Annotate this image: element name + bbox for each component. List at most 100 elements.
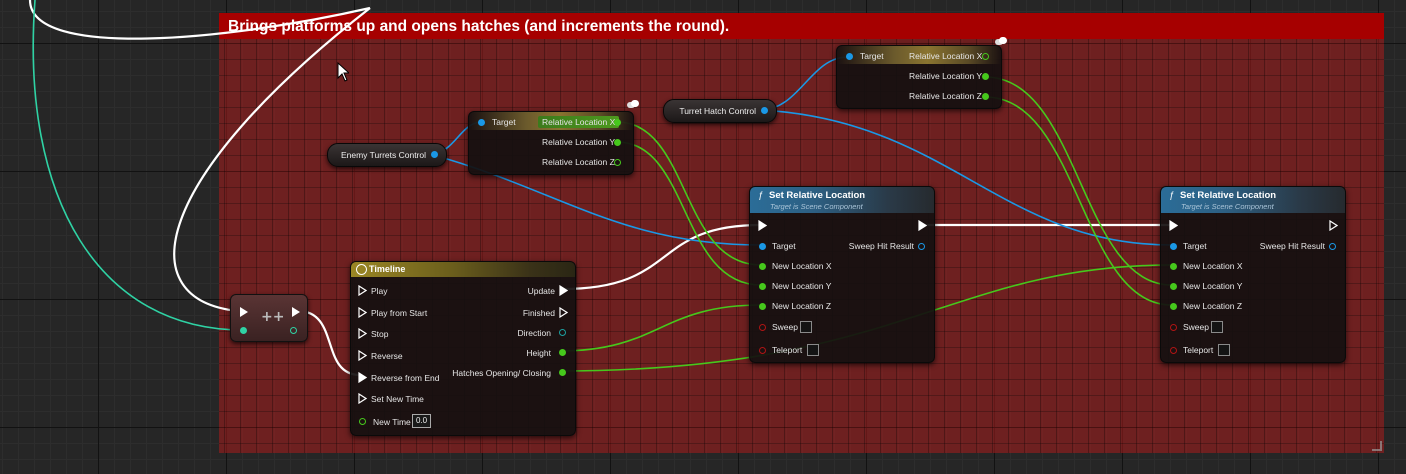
new-x-pin[interactable] xyxy=(759,263,766,270)
input-label: Reverse from End xyxy=(371,373,440,383)
increment-icon: ++ xyxy=(261,309,285,325)
timeline-node[interactable]: Timeline Play Play from Start Stop Rever… xyxy=(350,261,576,436)
target-pin[interactable] xyxy=(846,53,853,60)
exec-in-pin[interactable] xyxy=(758,220,767,231)
new-z-label: New Location Z xyxy=(1183,301,1243,311)
int-in-pin[interactable] xyxy=(240,327,247,334)
int-out-pin[interactable] xyxy=(290,327,297,334)
sweep-pin[interactable] xyxy=(1170,324,1177,331)
target-pin[interactable] xyxy=(759,243,766,250)
function-icon: ƒ xyxy=(758,190,764,200)
rel-y-label: Relative Location Y xyxy=(909,71,983,81)
sweep-checkbox[interactable] xyxy=(800,321,812,333)
target-label: Target xyxy=(860,51,884,61)
variable-label: Enemy Turrets Control xyxy=(340,150,426,160)
new-time-input[interactable]: 0.0 xyxy=(412,414,431,428)
target-label: Target xyxy=(1183,241,1207,251)
new-y-pin[interactable] xyxy=(759,283,766,290)
new-z-pin[interactable] xyxy=(759,303,766,310)
new-y-pin[interactable] xyxy=(1170,283,1177,290)
rel-z-label: Relative Location Z xyxy=(542,157,615,167)
output-label: Height xyxy=(526,348,551,358)
teleport-pin[interactable] xyxy=(1170,347,1177,354)
comment-title[interactable]: Brings platforms up and opens hatches (a… xyxy=(219,13,1384,39)
input-label: Reverse xyxy=(371,351,403,361)
new-y-label: New Location Y xyxy=(772,281,832,291)
exec-in-pin[interactable] xyxy=(358,350,367,361)
node-header: Timeline xyxy=(351,262,575,277)
get-relative-location-node-2[interactable]: Target Relative Location X Relative Loca… xyxy=(836,45,1002,109)
exec-out-pin[interactable] xyxy=(292,307,300,317)
new-x-pin[interactable] xyxy=(1170,263,1177,270)
node-title: Timeline xyxy=(369,264,406,274)
new-x-label: New Location X xyxy=(772,261,832,271)
hatches-pin[interactable] xyxy=(559,369,566,376)
teleport-checkbox[interactable] xyxy=(807,344,819,356)
int-wire-in xyxy=(32,0,244,331)
exec-out-pin[interactable] xyxy=(918,220,927,231)
node-title: Set Relative Location xyxy=(769,190,866,201)
set-relative-location-node-1[interactable]: ƒ Set Relative Location Target is Scene … xyxy=(749,186,935,363)
exec-out-pin[interactable] xyxy=(1329,220,1338,231)
sweep-hit-pin[interactable] xyxy=(918,243,925,250)
teleport-pin[interactable] xyxy=(759,347,766,354)
output-label: Finished xyxy=(522,308,555,318)
rel-y-pin[interactable] xyxy=(614,139,621,146)
sweep-label: Sweep xyxy=(1183,322,1209,332)
teleport-checkbox[interactable] xyxy=(1218,344,1230,356)
rel-z-pin[interactable] xyxy=(982,93,989,100)
target-pin[interactable] xyxy=(1170,243,1177,250)
output-label: Update xyxy=(527,286,555,296)
exec-in-pin[interactable] xyxy=(358,328,367,339)
node-header: ƒ Set Relative Location Target is Scene … xyxy=(750,187,934,213)
target-label: Target xyxy=(492,117,516,127)
new-z-label: New Location Z xyxy=(772,301,832,311)
variable-label: Turret Hatch Control xyxy=(679,106,756,116)
rel-x-pin[interactable] xyxy=(982,53,989,60)
new-time-label: New Time xyxy=(373,417,411,427)
input-label: Set New Time xyxy=(371,394,424,404)
new-y-label: New Location Y xyxy=(1183,281,1243,291)
exec-in-pin[interactable] xyxy=(358,372,367,383)
mouse-cursor-icon xyxy=(337,62,349,82)
target-label: Target xyxy=(772,241,796,251)
rel-x-pin[interactable] xyxy=(614,119,621,126)
input-label: Play xyxy=(371,286,388,296)
sweep-checkbox[interactable] xyxy=(1211,321,1223,333)
teleport-label: Teleport xyxy=(772,345,803,355)
sweep-pin[interactable] xyxy=(759,324,766,331)
enemy-turrets-control-variable[interactable]: Enemy Turrets Control xyxy=(327,143,447,167)
new-time-pin[interactable] xyxy=(359,418,366,425)
variable-output-pin[interactable] xyxy=(761,107,768,114)
height-pin[interactable] xyxy=(559,349,566,356)
turret-hatch-control-variable[interactable]: Turret Hatch Control xyxy=(663,99,777,123)
rel-z-pin[interactable] xyxy=(614,159,621,166)
comment-resize-grip[interactable] xyxy=(1372,441,1382,451)
get-relative-location-node-1[interactable]: Target Relative Location X Relative Loca… xyxy=(468,111,634,175)
node-subtitle: Target is Scene Component xyxy=(770,202,863,211)
sweep-label: Sweep xyxy=(772,322,798,332)
output-label: Hatches Opening/ Closing xyxy=(452,368,551,378)
cloud-icon xyxy=(995,37,1007,45)
target-pin[interactable] xyxy=(478,119,485,126)
sweep-hit-pin[interactable] xyxy=(1329,243,1336,250)
rel-x-label: Relative Location X xyxy=(538,116,620,128)
set-relative-location-node-2[interactable]: ƒ Set Relative Location Target is Scene … xyxy=(1160,186,1346,363)
exec-in-pin[interactable] xyxy=(358,285,367,296)
increment-node[interactable]: ++ xyxy=(230,294,308,342)
update-exec-pin[interactable] xyxy=(559,285,568,296)
exec-in-pin[interactable] xyxy=(358,393,367,404)
sweep-hit-label: Sweep Hit Result xyxy=(1259,241,1325,251)
node-subtitle: Target is Scene Component xyxy=(1181,202,1274,211)
rel-y-pin[interactable] xyxy=(982,73,989,80)
direction-pin[interactable] xyxy=(559,329,566,336)
exec-in-pin[interactable] xyxy=(1169,220,1178,231)
finished-exec-pin[interactable] xyxy=(559,307,568,318)
exec-in-pin[interactable] xyxy=(358,307,367,318)
new-z-pin[interactable] xyxy=(1170,303,1177,310)
variable-output-pin[interactable] xyxy=(431,151,438,158)
new-x-label: New Location X xyxy=(1183,261,1243,271)
rel-z-label: Relative Location Z xyxy=(909,91,982,101)
clock-icon xyxy=(356,264,367,275)
exec-in-pin[interactable] xyxy=(240,307,248,317)
